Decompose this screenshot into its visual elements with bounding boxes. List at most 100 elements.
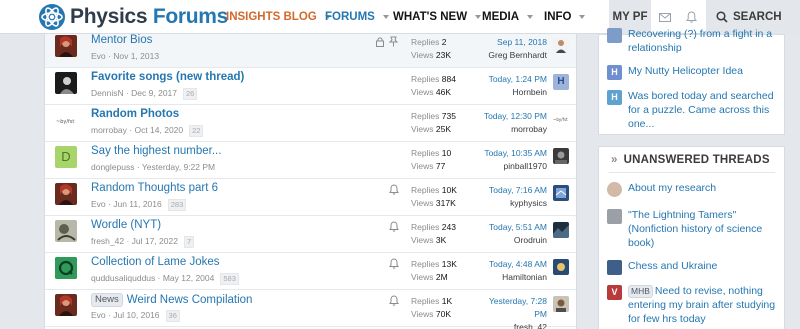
prefix-tag-mhb[interactable]: MHB bbox=[628, 285, 653, 298]
page-jump[interactable]: 36 bbox=[165, 310, 180, 322]
last-post-date[interactable]: Today, 4:48 AM bbox=[475, 258, 547, 271]
thread-title[interactable]: Wordle (NYT) bbox=[91, 219, 161, 231]
last-post-user[interactable]: fresh_42 bbox=[475, 321, 547, 329]
last-post-user[interactable]: Greg Bernhardt bbox=[475, 49, 547, 62]
thread-author[interactable]: Evo bbox=[91, 51, 106, 61]
last-post: Today, 1:24 PM Hornbein bbox=[475, 73, 547, 99]
thread-meta: Evo · Nov 1, 2013 bbox=[91, 51, 159, 61]
thread-title[interactable]: Collection of Lame Jokes bbox=[91, 256, 219, 268]
nav-whats-new[interactable]: WHAT'S NEW bbox=[393, 0, 482, 34]
page-jump[interactable]: 283 bbox=[167, 199, 187, 211]
thread-title[interactable]: Random Photos bbox=[91, 108, 179, 120]
replies-count: 735 bbox=[441, 111, 456, 121]
avatar: V bbox=[607, 285, 622, 300]
nav-forums[interactable]: FORUMS bbox=[325, 0, 389, 34]
avatar[interactable] bbox=[55, 35, 77, 57]
views-label: Views bbox=[411, 198, 434, 208]
last-post-date[interactable]: Yesterday, 7:28 PM bbox=[475, 295, 547, 321]
avatar[interactable] bbox=[55, 294, 77, 316]
last-post-avatar[interactable] bbox=[553, 259, 569, 275]
nav-media-label: MEDIA bbox=[482, 11, 520, 23]
avatar[interactable] bbox=[55, 72, 77, 94]
sidebar-thread-item[interactable]: "The Lightning Tamers" (Nonfiction histo… bbox=[607, 208, 778, 250]
last-post-user[interactable]: Hornbein bbox=[475, 86, 548, 99]
last-post-user[interactable]: morrobay bbox=[475, 123, 547, 136]
thread-author[interactable]: Evo bbox=[91, 310, 106, 320]
sidebar-thread-title[interactable]: Recovering (?) from a fight in a relatio… bbox=[628, 27, 778, 55]
last-post-date[interactable]: Today, 10:35 AM bbox=[475, 147, 547, 160]
page-jump[interactable]: 26 bbox=[183, 88, 198, 100]
divider bbox=[609, 172, 775, 173]
page-jump[interactable]: 22 bbox=[189, 125, 204, 137]
avatar[interactable] bbox=[55, 257, 77, 279]
watch-bell-icon bbox=[389, 258, 399, 269]
chevron-down-icon[interactable] bbox=[579, 14, 586, 19]
last-post-user[interactable]: Hamiltonian bbox=[475, 271, 547, 284]
sidebar-thread-item[interactable]: Chess and Ukraine bbox=[607, 259, 778, 275]
chevron-down-icon[interactable] bbox=[382, 14, 389, 19]
chevron-down-icon[interactable] bbox=[475, 14, 482, 19]
sidebar-thread-title[interactable]: Was bored today and searched for a puzzl… bbox=[628, 89, 778, 131]
thread-author[interactable]: morrobay bbox=[91, 125, 127, 135]
thread-author[interactable]: quddusaliquddus bbox=[91, 273, 155, 283]
sidebar-thread-title[interactable]: MHB Need to revise, nothing entering my b… bbox=[628, 284, 778, 326]
sidebar-thread-item[interactable]: H My Nutty Helicopter Idea bbox=[607, 64, 778, 80]
watch-bell-icon bbox=[389, 184, 399, 195]
sidebar-thread-title[interactable]: My Nutty Helicopter Idea bbox=[628, 64, 778, 78]
views-count: 3K bbox=[435, 235, 447, 245]
last-post-user[interactable]: Orodruin bbox=[475, 234, 547, 247]
sidebar-thread-title[interactable]: "The Lightning Tamers" (Nonfiction histo… bbox=[628, 208, 778, 250]
last-post-user[interactable]: kyphysics bbox=[475, 197, 547, 210]
thread-stats: Replies 243 Views 3K bbox=[411, 221, 479, 247]
page-jump[interactable]: 7 bbox=[183, 236, 195, 248]
replies-count: 13K bbox=[441, 259, 457, 269]
replies-count: 884 bbox=[441, 74, 456, 84]
last-post-user[interactable]: pinball1970 bbox=[475, 160, 547, 173]
page-jump[interactable]: 583 bbox=[220, 273, 239, 285]
nav-info[interactable]: INFO bbox=[544, 0, 586, 34]
thread-author[interactable]: Evo bbox=[91, 199, 106, 209]
sidebar-thread-title[interactable]: About my research bbox=[628, 181, 778, 195]
thread-start-date: Yesterday, 9:22 PM bbox=[141, 162, 216, 172]
last-post-avatar[interactable]: H bbox=[553, 74, 569, 90]
thread-title[interactable]: Mentor Bios bbox=[91, 34, 152, 46]
avatar[interactable]: D bbox=[55, 146, 77, 168]
last-post-date[interactable]: Today, 1:24 PM bbox=[475, 73, 547, 86]
table-row: Collection of Lame Jokes quddusaliquddus… bbox=[45, 253, 576, 290]
nav-media[interactable]: MEDIA bbox=[482, 0, 534, 34]
last-post-avatar[interactable] bbox=[553, 37, 569, 53]
sidebar-thread-title[interactable]: Chess and Ukraine bbox=[628, 259, 778, 273]
last-post-avatar[interactable] bbox=[553, 296, 569, 312]
last-post-date[interactable]: Today, 12:30 PM bbox=[475, 110, 547, 123]
last-post-avatar[interactable] bbox=[553, 222, 569, 238]
last-post-date[interactable]: Today, 7:16 AM bbox=[475, 184, 547, 197]
sidebar-thread-item[interactable]: V MHB Need to revise, nothing entering my… bbox=[607, 284, 778, 326]
last-post-date[interactable]: Today, 5:51 AM bbox=[475, 221, 547, 234]
avatar[interactable] bbox=[55, 220, 77, 242]
last-post-avatar[interactable] bbox=[553, 185, 569, 201]
thread-author[interactable]: donglepuss bbox=[91, 162, 134, 172]
avatar[interactable] bbox=[55, 183, 77, 205]
table-row: News Weird News Compilation Evo · Jul 10,… bbox=[45, 290, 576, 329]
chevron-down-icon[interactable] bbox=[527, 14, 534, 19]
thread-title[interactable]: Favorite songs (new thread) bbox=[91, 71, 244, 83]
sidebar-thread-item[interactable]: Recovering (?) from a fight in a relatio… bbox=[607, 27, 778, 55]
avatar[interactable]: ~by/fst bbox=[55, 109, 77, 131]
thread-author[interactable]: fresh_42 bbox=[91, 236, 124, 246]
sidebar-thread-item[interactable]: H Was bored today and searched for a puz… bbox=[607, 89, 778, 131]
prefix-tag-news[interactable]: News bbox=[91, 293, 123, 307]
nav-insights-blog[interactable]: INSIGHTS BLOG bbox=[226, 0, 331, 34]
replies-label: Replies bbox=[411, 222, 440, 232]
thread-title[interactable]: Random Thoughts part 6 bbox=[91, 182, 218, 194]
search-label: SEARCH bbox=[733, 11, 782, 23]
last-post-avatar[interactable]: ~by/fst bbox=[553, 111, 569, 127]
last-post-avatar[interactable] bbox=[553, 148, 569, 164]
thread-title[interactable]: Say the highest number... bbox=[91, 145, 221, 157]
site-logo[interactable]: Physics Forums bbox=[38, 3, 228, 31]
last-post-date[interactable]: Sep 11, 2018 bbox=[475, 36, 547, 49]
thread-title[interactable]: News Weird News Compilation bbox=[91, 293, 252, 307]
thread-meta: fresh_42 · Jul 17, 2022 7 bbox=[91, 236, 195, 248]
thread-author[interactable]: DennisN bbox=[91, 88, 124, 98]
avatar bbox=[607, 260, 622, 275]
sidebar-thread-item[interactable]: About my research bbox=[607, 181, 778, 197]
